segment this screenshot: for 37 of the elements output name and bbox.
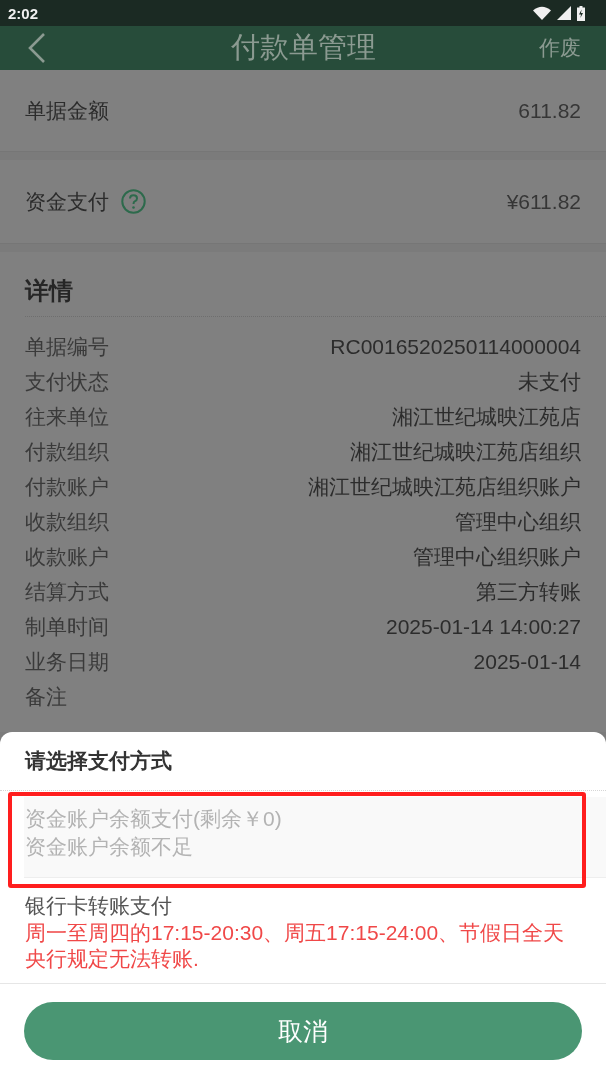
detail-label: 结算方式 (25, 578, 109, 605)
detail-label: 支付状态 (25, 368, 109, 395)
wifi-icon (533, 6, 551, 20)
status-time: 2:02 (8, 4, 39, 22)
detail-value: RC0016520250114000004 (330, 334, 581, 359)
payment-option[interactable]: 银行卡转账支付 周一至周四的17:15-20:30、周五17:15-24:00、节假日全天央行规定无法转账. (0, 888, 606, 980)
detail-label: 制单时间 (25, 613, 109, 640)
summary-label: 资金支付 (25, 188, 109, 215)
detail-value: 未支付 (518, 368, 581, 395)
detail-value: 第三方转账 (476, 578, 581, 605)
detail-label: 收款组织 (25, 508, 109, 535)
detail-value: 管理中心组织 (455, 508, 581, 535)
signal-icon (557, 6, 571, 20)
detail-value: 湘江世纪城映江苑店 (392, 403, 581, 430)
detail-value: 湘江世纪城映江苑店组织账户 (308, 473, 581, 500)
detail-value: 湘江世纪城映江苑店组织 (350, 438, 581, 465)
battery-icon (577, 5, 585, 21)
back-chevron-icon (28, 33, 46, 63)
void-button[interactable]: 作废 (539, 34, 581, 62)
detail-label: 收款账户 (25, 543, 109, 570)
detail-value: 管理中心组织账户 (413, 543, 581, 570)
page-title: 付款单管理 (230, 30, 376, 65)
detail-label: 业务日期 (25, 648, 109, 675)
detail-label: 往来单位 (25, 403, 109, 430)
details-title: 详情 (25, 276, 74, 306)
detail-label: 付款组织 (25, 438, 109, 465)
detail-label: 付款账户 (25, 473, 109, 500)
summary-label: 单据金额 (25, 97, 109, 124)
detail-label: 单据编号 (25, 333, 109, 360)
detail-label: 备注 (25, 683, 67, 710)
summary-value: ¥611.82 (506, 189, 581, 214)
cancel-button[interactable]: 取消 (24, 1002, 582, 1060)
sheet-title: 请选择支付方式 (23, 748, 173, 774)
detail-value: 2025-01-14 (473, 649, 581, 674)
back-button[interactable] (28, 33, 46, 63)
detail-value: 2025-01-14 14:00:27 (386, 614, 581, 639)
summary-value: 611.82 (518, 98, 581, 123)
